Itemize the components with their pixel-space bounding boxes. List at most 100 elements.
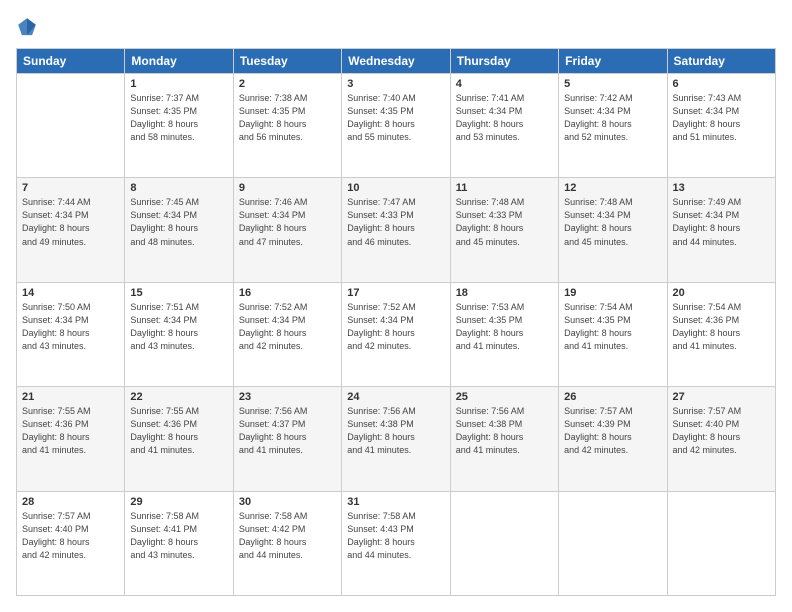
week-row-5: 28 Sunrise: 7:57 AMSunset: 4:40 PMDayligh… [17, 491, 776, 595]
day-cell: 16 Sunrise: 7:52 AMSunset: 4:34 PMDayligh… [233, 282, 341, 386]
day-info: Sunrise: 7:56 AMSunset: 4:38 PMDaylight:… [456, 405, 553, 457]
day-cell: 2 Sunrise: 7:38 AMSunset: 4:35 PMDaylight… [233, 74, 341, 178]
day-cell: 12 Sunrise: 7:48 AMSunset: 4:34 PMDayligh… [559, 178, 667, 282]
day-number: 11 [456, 182, 553, 194]
day-header-wednesday: Wednesday [342, 49, 450, 74]
day-cell: 24 Sunrise: 7:56 AMSunset: 4:38 PMDayligh… [342, 387, 450, 491]
day-cell: 25 Sunrise: 7:56 AMSunset: 4:38 PMDayligh… [450, 387, 558, 491]
day-number: 29 [130, 496, 227, 508]
day-info: Sunrise: 7:50 AMSunset: 4:34 PMDaylight:… [22, 301, 119, 353]
day-info: Sunrise: 7:58 AMSunset: 4:43 PMDaylight:… [347, 510, 444, 562]
day-number: 2 [239, 78, 336, 90]
day-info: Sunrise: 7:57 AMSunset: 4:40 PMDaylight:… [22, 510, 119, 562]
day-number: 19 [564, 287, 661, 299]
day-header-monday: Monday [125, 49, 233, 74]
day-cell: 28 Sunrise: 7:57 AMSunset: 4:40 PMDayligh… [17, 491, 125, 595]
header [16, 16, 776, 38]
day-info: Sunrise: 7:55 AMSunset: 4:36 PMDaylight:… [130, 405, 227, 457]
day-cell: 5Sunrise: 7:42 AMSunset: 4:34 PMDaylight… [559, 74, 667, 178]
day-number: 25 [456, 391, 553, 403]
day-info: Sunrise: 7:54 AMSunset: 4:36 PMDaylight:… [673, 301, 770, 353]
day-info: Sunrise: 7:46 AMSunset: 4:34 PMDaylight:… [239, 196, 336, 248]
day-cell: 3 Sunrise: 7:40 AMSunset: 4:35 PMDaylight… [342, 74, 450, 178]
day-cell: 15Sunrise: 7:51 AMSunset: 4:34 PMDayligh… [125, 282, 233, 386]
day-cell: 17Sunrise: 7:52 AMSunset: 4:34 PMDayligh… [342, 282, 450, 386]
day-number: 28 [22, 496, 119, 508]
day-number: 3 [347, 78, 444, 90]
calendar-table: SundayMondayTuesdayWednesdayThursdayFrid… [16, 48, 776, 596]
day-info: Sunrise: 7:55 AMSunset: 4:36 PMDaylight:… [22, 405, 119, 457]
day-info: Sunrise: 7:44 AMSunset: 4:34 PMDaylight:… [22, 196, 119, 248]
day-info: Sunrise: 7:54 AMSunset: 4:35 PMDaylight:… [564, 301, 661, 353]
logo [16, 16, 42, 38]
day-info: Sunrise: 7:52 AMSunset: 4:34 PMDaylight:… [239, 301, 336, 353]
day-info: Sunrise: 7:56 AMSunset: 4:38 PMDaylight:… [347, 405, 444, 457]
day-cell: 26 Sunrise: 7:57 AMSunset: 4:39 PMDayligh… [559, 387, 667, 491]
day-number: 9 [239, 182, 336, 194]
day-cell [17, 74, 125, 178]
day-info: Sunrise: 7:43 AMSunset: 4:34 PMDaylight:… [673, 92, 770, 144]
day-number: 30 [239, 496, 336, 508]
day-header-tuesday: Tuesday [233, 49, 341, 74]
logo-icon [16, 16, 38, 38]
day-cell: 9 Sunrise: 7:46 AMSunset: 4:34 PMDaylight… [233, 178, 341, 282]
day-cell [667, 491, 775, 595]
week-row-1: 1 Sunrise: 7:37 AMSunset: 4:35 PMDaylight… [17, 74, 776, 178]
day-cell: 29 Sunrise: 7:58 AMSunset: 4:41 PMDayligh… [125, 491, 233, 595]
day-header-sunday: Sunday [17, 49, 125, 74]
day-cell [559, 491, 667, 595]
day-cell: 18 Sunrise: 7:53 AMSunset: 4:35 PMDayligh… [450, 282, 558, 386]
day-number: 14 [22, 287, 119, 299]
day-number: 24 [347, 391, 444, 403]
days-header-row: SundayMondayTuesdayWednesdayThursdayFrid… [17, 49, 776, 74]
day-info: Sunrise: 7:53 AMSunset: 4:35 PMDaylight:… [456, 301, 553, 353]
day-cell: 8Sunrise: 7:45 AMSunset: 4:34 PMDaylight… [125, 178, 233, 282]
day-cell: 6 Sunrise: 7:43 AMSunset: 4:34 PMDaylight… [667, 74, 775, 178]
day-info: Sunrise: 7:48 AMSunset: 4:34 PMDaylight:… [564, 196, 661, 248]
day-info: Sunrise: 7:42 AMSunset: 4:34 PMDaylight:… [564, 92, 661, 144]
day-cell: 22 Sunrise: 7:55 AMSunset: 4:36 PMDayligh… [125, 387, 233, 491]
day-number: 4 [456, 78, 553, 90]
day-info: Sunrise: 7:41 AMSunset: 4:34 PMDaylight:… [456, 92, 553, 144]
day-info: Sunrise: 7:38 AMSunset: 4:35 PMDaylight:… [239, 92, 336, 144]
day-number: 1 [130, 78, 227, 90]
day-number: 12 [564, 182, 661, 194]
day-info: Sunrise: 7:37 AMSunset: 4:35 PMDaylight:… [130, 92, 227, 144]
day-number: 22 [130, 391, 227, 403]
day-info: Sunrise: 7:45 AMSunset: 4:34 PMDaylight:… [130, 196, 227, 248]
day-number: 15 [130, 287, 227, 299]
day-info: Sunrise: 7:58 AMSunset: 4:42 PMDaylight:… [239, 510, 336, 562]
day-info: Sunrise: 7:40 AMSunset: 4:35 PMDaylight:… [347, 92, 444, 144]
day-number: 18 [456, 287, 553, 299]
day-cell: 11Sunrise: 7:48 AMSunset: 4:33 PMDayligh… [450, 178, 558, 282]
week-row-3: 14 Sunrise: 7:50 AMSunset: 4:34 PMDayligh… [17, 282, 776, 386]
day-number: 31 [347, 496, 444, 508]
day-number: 10 [347, 182, 444, 194]
day-info: Sunrise: 7:58 AMSunset: 4:41 PMDaylight:… [130, 510, 227, 562]
day-cell: 27Sunrise: 7:57 AMSunset: 4:40 PMDayligh… [667, 387, 775, 491]
day-cell: 20Sunrise: 7:54 AMSunset: 4:36 PMDayligh… [667, 282, 775, 386]
day-cell [450, 491, 558, 595]
day-cell: 1 Sunrise: 7:37 AMSunset: 4:35 PMDaylight… [125, 74, 233, 178]
day-cell: 19 Sunrise: 7:54 AMSunset: 4:35 PMDayligh… [559, 282, 667, 386]
day-header-thursday: Thursday [450, 49, 558, 74]
day-cell: 21 Sunrise: 7:55 AMSunset: 4:36 PMDayligh… [17, 387, 125, 491]
day-header-friday: Friday [559, 49, 667, 74]
week-row-2: 7 Sunrise: 7:44 AMSunset: 4:34 PMDaylight… [17, 178, 776, 282]
day-number: 21 [22, 391, 119, 403]
day-cell: 10Sunrise: 7:47 AMSunset: 4:33 PMDayligh… [342, 178, 450, 282]
day-number: 16 [239, 287, 336, 299]
day-cell: 23Sunrise: 7:56 AMSunset: 4:37 PMDayligh… [233, 387, 341, 491]
day-cell: 13Sunrise: 7:49 AMSunset: 4:34 PMDayligh… [667, 178, 775, 282]
day-cell: 14 Sunrise: 7:50 AMSunset: 4:34 PMDayligh… [17, 282, 125, 386]
day-cell: 30 Sunrise: 7:58 AMSunset: 4:42 PMDayligh… [233, 491, 341, 595]
day-cell: 4 Sunrise: 7:41 AMSunset: 4:34 PMDaylight… [450, 74, 558, 178]
day-number: 7 [22, 182, 119, 194]
day-number: 6 [673, 78, 770, 90]
day-info: Sunrise: 7:57 AMSunset: 4:39 PMDaylight:… [564, 405, 661, 457]
day-number: 13 [673, 182, 770, 194]
day-number: 17 [347, 287, 444, 299]
day-info: Sunrise: 7:56 AMSunset: 4:37 PMDaylight:… [239, 405, 336, 457]
page: SundayMondayTuesdayWednesdayThursdayFrid… [0, 0, 792, 612]
day-number: 26 [564, 391, 661, 403]
